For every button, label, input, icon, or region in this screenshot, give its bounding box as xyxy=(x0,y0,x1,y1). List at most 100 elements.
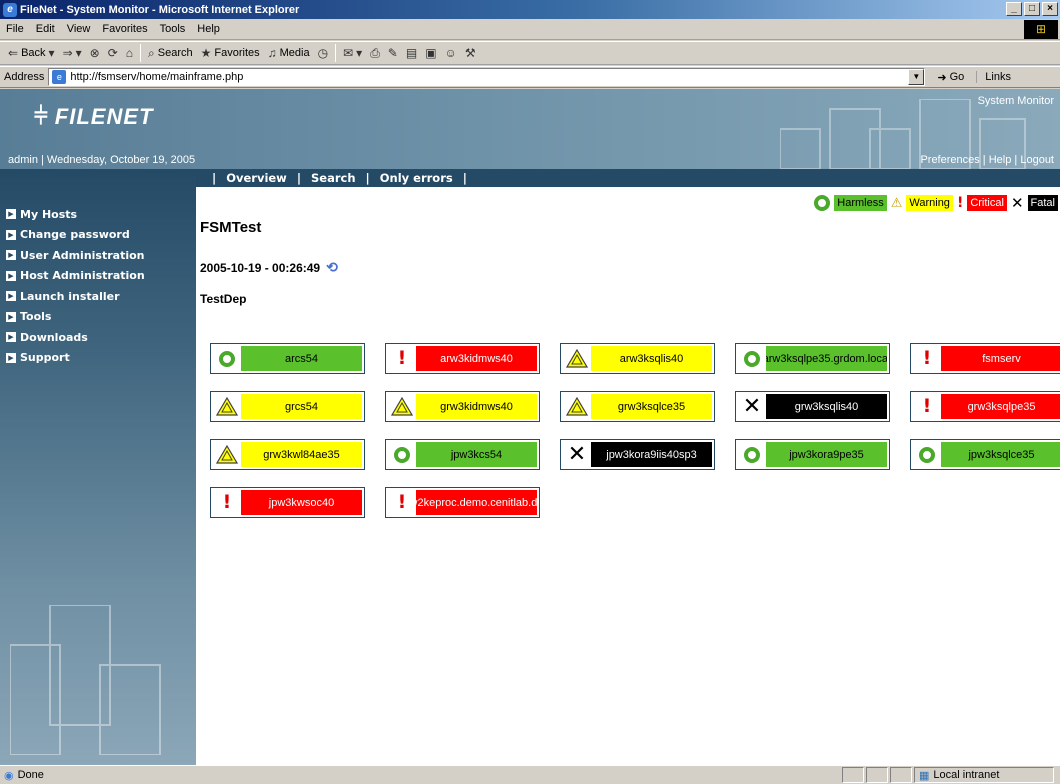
host-card[interactable]: arw3ksqlis40 xyxy=(560,343,715,374)
host-card[interactable]: jpw3kcs54 xyxy=(385,439,540,470)
host-card[interactable]: ✕ grw3ksqlis40 xyxy=(735,391,890,422)
host-card[interactable]: ! fsmserv xyxy=(910,343,1060,374)
sidebar-item-support[interactable]: ▶ Support xyxy=(6,348,145,369)
discuss-button[interactable]: ▤ xyxy=(402,43,421,63)
nav-separator: | xyxy=(365,171,370,185)
address-input[interactable]: e http://fsmserv/home/mainframe.php ▼ xyxy=(48,68,926,86)
home-button[interactable]: ⌂ xyxy=(122,43,137,63)
filenet-logo-icon: ⫩ xyxy=(34,103,49,130)
help-link[interactable]: Help xyxy=(989,154,1012,166)
deployment-name: TestDep xyxy=(200,292,247,306)
sidebar-item-change-password[interactable]: ▶ Change password xyxy=(6,225,145,246)
refresh-button[interactable]: ⟳ xyxy=(104,43,122,63)
host-card[interactable]: ! arw3kidmws40 xyxy=(385,343,540,374)
media-label: Media xyxy=(279,47,310,59)
host-name: w2keproc.demo.cenitlab.de xyxy=(416,490,537,515)
arrow-right-icon: ▶ xyxy=(6,270,16,281)
sidebar-item-label: Downloads xyxy=(20,330,88,344)
status-bar: ◉ Done ▦ Local intranet xyxy=(0,765,1060,784)
messenger-button[interactable]: ☺ xyxy=(441,43,461,63)
host-name: jpw3ksqlce35 xyxy=(941,442,1060,467)
timestamp: 2005-10-19 - 00:26:49 ⟲ xyxy=(200,259,338,276)
host-card[interactable]: jpw3kora9pe35 xyxy=(735,439,890,470)
host-card[interactable]: ✕ jpw3kora9iis40sp3 xyxy=(560,439,715,470)
back-button[interactable]: ⇐ Back ▾ xyxy=(4,43,59,63)
mail-button[interactable]: ✉ ▾ xyxy=(339,43,366,63)
history-button[interactable]: ◷ xyxy=(314,43,332,63)
stop-button[interactable]: ⊗ xyxy=(86,43,104,63)
print-button[interactable]: ⎙ xyxy=(366,43,384,63)
host-card[interactable]: arw3ksqlpe35.grdom.local xyxy=(735,343,890,374)
sidebar-item-user-administration[interactable]: ▶ User Administration xyxy=(6,245,145,266)
host-card[interactable]: arcs54 xyxy=(210,343,365,374)
refresh-icon[interactable]: ⟲ xyxy=(326,259,338,276)
host-card[interactable]: ! w2keproc.demo.cenitlab.de xyxy=(385,487,540,518)
logout-link[interactable]: Logout xyxy=(1020,154,1054,166)
menu-tools[interactable]: Tools xyxy=(154,23,192,35)
menu-favorites[interactable]: Favorites xyxy=(96,23,153,35)
critical-icon: ! xyxy=(397,347,407,369)
nav-separator: | xyxy=(296,171,302,185)
media-icon: ♫ xyxy=(267,46,277,60)
menu-file[interactable]: File xyxy=(0,23,30,35)
host-card[interactable]: grw3kidmws40 xyxy=(385,391,540,422)
harmless-icon xyxy=(213,346,241,371)
tool-icon: ⚒ xyxy=(464,46,476,60)
sidebar-item-downloads[interactable]: ▶ Downloads xyxy=(6,327,145,348)
timestamp-text: 2005-10-19 - 00:26:49 xyxy=(200,260,321,275)
warning-icon xyxy=(213,442,241,467)
status-panel xyxy=(866,767,888,783)
print-icon: ⎙ xyxy=(370,45,380,60)
nav-search[interactable]: Search xyxy=(311,171,356,185)
sidebar-item-label: Host Administration xyxy=(20,269,145,283)
go-arrow-icon: ➜ xyxy=(937,71,947,84)
sidebar-item-my-hosts[interactable]: ▶ My Hosts xyxy=(6,204,145,225)
address-label: Address xyxy=(4,71,45,83)
host-card[interactable]: ! jpw3kwsoc40 xyxy=(210,487,365,518)
media-button[interactable]: ♫ Media xyxy=(264,43,314,63)
menu-help[interactable]: Help xyxy=(191,23,226,35)
menu-view[interactable]: View xyxy=(61,23,97,35)
warning-icon xyxy=(563,394,591,419)
chevron-down-icon: ▾ xyxy=(356,46,363,60)
legend-fatal: Fatal xyxy=(1027,195,1058,211)
window-controls: _ □ × xyxy=(1006,2,1058,16)
nav-overview[interactable]: Overview xyxy=(226,171,287,185)
legend-critical: Critical xyxy=(967,195,1007,211)
sidebar-item-tools[interactable]: ▶ Tools xyxy=(6,307,145,328)
edit-button[interactable]: ✎ xyxy=(384,43,402,63)
host-card[interactable]: jpw3ksqlce35 xyxy=(910,439,1060,470)
favorites-button[interactable]: ★ Favorites xyxy=(197,43,264,63)
maximize-button[interactable]: □ xyxy=(1024,2,1040,16)
links-button[interactable]: Links xyxy=(976,71,1011,83)
nav-only-errors[interactable]: Only errors xyxy=(380,171,453,185)
host-card[interactable]: grcs54 xyxy=(210,391,365,422)
sidebar-item-host-administration[interactable]: ▶ Host Administration xyxy=(6,266,145,287)
arrow-right-icon: ▶ xyxy=(6,352,16,363)
forward-button[interactable]: ⇒ ▾ xyxy=(59,43,86,63)
host-card[interactable]: ! grw3ksqlpe35 xyxy=(910,391,1060,422)
intranet-icon: ▦ xyxy=(919,769,930,782)
stop-icon: ⊗ xyxy=(89,46,100,60)
close-button[interactable]: × xyxy=(1042,2,1058,16)
header-links: Preferences | Help | Logout xyxy=(920,154,1054,166)
preferences-link[interactable]: Preferences xyxy=(920,154,979,166)
tool-button[interactable]: ⚒ xyxy=(461,43,480,63)
filenet-logo: ⫩ FILENET xyxy=(34,103,153,131)
host-name: grw3kwl84ae35 xyxy=(241,442,362,467)
fatal-icon: ✕ xyxy=(1010,193,1024,212)
sidebar-menu: ▶ My Hosts ▶ Change password ▶ User Adminis… xyxy=(6,204,145,368)
address-dropdown-button[interactable]: ▼ xyxy=(908,69,925,85)
search-button[interactable]: ⌕ Search xyxy=(144,43,197,63)
sidebar-item-launch-installer[interactable]: ▶ Launch installer xyxy=(6,286,145,307)
address-url: http://fsmserv/home/mainframe.php xyxy=(70,71,244,83)
minimize-button[interactable]: _ xyxy=(1006,2,1022,16)
go-button[interactable]: ➜ Go xyxy=(931,71,970,84)
menu-edit[interactable]: Edit xyxy=(30,23,61,35)
critical-icon: ! xyxy=(922,395,932,417)
research-button[interactable]: ▣ xyxy=(421,43,440,63)
arrow-right-icon: ▶ xyxy=(6,250,16,261)
host-card[interactable]: grw3ksqlce35 xyxy=(560,391,715,422)
host-card[interactable]: grw3kwl84ae35 xyxy=(210,439,365,470)
menu-bar: File Edit View Favorites Tools Help ⊞ xyxy=(0,19,1060,40)
